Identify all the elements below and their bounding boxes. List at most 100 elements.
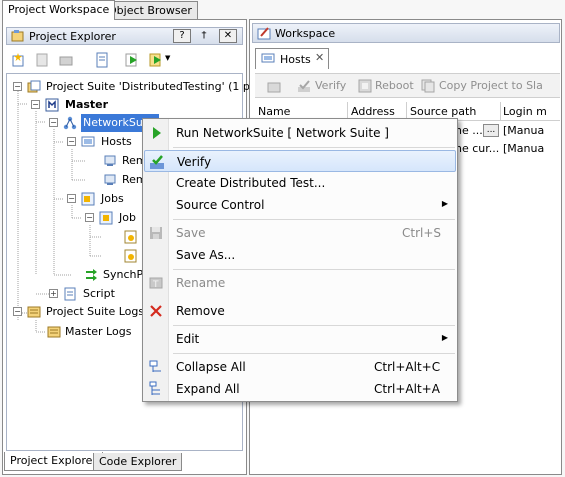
run-selected-icon[interactable] (148, 52, 164, 68)
copy-project-button[interactable]: Copy Project to Sla (439, 79, 543, 92)
project-explorer-header: Project Explorer ? † ✕ (6, 27, 243, 45)
menu-shortcut: Ctrl+S (402, 226, 442, 240)
save-icon (150, 227, 162, 239)
row-1-source-path[interactable]: ne ... (455, 124, 483, 137)
browse-button[interactable]: ... (483, 124, 499, 137)
collapse-icon[interactable]: − (67, 137, 76, 146)
submenu-arrow-icon: ▶ (441, 199, 448, 208)
remote-host-icon (104, 155, 116, 166)
row-1-login-mode[interactable]: [Manua (503, 124, 544, 137)
menu-item-create-distributed-test[interactable]: Create Distributed Test... (144, 172, 456, 194)
new-item-icon[interactable] (10, 52, 26, 68)
collapse-icon[interactable]: − (67, 194, 76, 203)
tab-code-explorer[interactable]: Code Explorer (93, 453, 183, 471)
menu-item-source-control[interactable]: Source Control ▶ (144, 194, 456, 216)
reboot-button[interactable]: Reboot (375, 79, 414, 92)
project-suite-icon (27, 80, 41, 93)
remove-icon (150, 305, 162, 317)
tab-project-workspace[interactable]: Project Workspace (2, 0, 116, 20)
reboot-icon (358, 79, 372, 93)
hosts-tab-label: Hosts (280, 53, 311, 66)
explorer-toolbar: ▼ (6, 49, 243, 71)
close-button[interactable]: ✕ (219, 29, 237, 43)
tree-label-jobs: Jobs (101, 192, 124, 205)
row-2-source-path[interactable]: ne cur... (455, 142, 499, 155)
job-icon (99, 211, 113, 225)
tab-object-browser[interactable]: Object Browser (102, 1, 198, 19)
verify-icon (150, 155, 164, 169)
close-tab-icon[interactable]: ✕ (315, 51, 324, 64)
column-login-mode[interactable]: Login m (503, 105, 547, 118)
verify-button[interactable]: Verify (315, 79, 346, 92)
collapse-icon[interactable]: − (85, 213, 94, 222)
tab-project-explorer[interactable]: Project Explorer (4, 452, 103, 471)
menu-label: Run NetworkSuite [ Network Suite ] (176, 126, 389, 140)
menu-item-expand-all[interactable]: Expand All Ctrl+Alt+A (144, 378, 456, 400)
rename-icon: T (149, 277, 163, 290)
menu-item-run[interactable]: Run NetworkSuite [ Network Suite ] (144, 122, 456, 144)
column-name[interactable]: Name (258, 105, 290, 118)
project-explorer-icon (11, 30, 24, 42)
verify-icon (298, 80, 310, 92)
row-2-login-mode[interactable]: [Manua (503, 142, 544, 155)
menu-label: Verify (177, 155, 212, 169)
workspace-toolbar: Verify Reboot Copy Project to Sla (255, 73, 560, 98)
collapse-icon[interactable]: − (31, 100, 40, 109)
workspace-icon (257, 27, 271, 40)
tree-label-hosts: Hosts (101, 135, 132, 148)
network-suite-icon (63, 116, 77, 130)
logs-folder-icon (27, 306, 41, 318)
collapse-icon[interactable]: − (13, 82, 22, 91)
synchpoints-icon (86, 269, 97, 281)
tree-label-master-logs: Master Logs (65, 325, 132, 338)
task-icon[interactable] (124, 249, 138, 263)
properties-icon[interactable] (94, 52, 110, 68)
menu-separator (173, 325, 455, 326)
menu-label: Save As... (176, 248, 236, 262)
jobs-icon (81, 192, 95, 206)
tab-hosts[interactable]: Hosts ✕ (255, 48, 329, 69)
hosts-icon (261, 53, 275, 63)
expand-all-icon (149, 381, 160, 395)
menu-item-verify[interactable]: Verify (144, 150, 456, 172)
menu-label: Remove (176, 304, 225, 318)
add-host-icon[interactable] (267, 79, 283, 93)
hosts-icon (81, 136, 95, 147)
menu-item-edit[interactable]: Edit ▶ (144, 328, 456, 350)
help-button[interactable]: ? (173, 29, 191, 43)
tree-label-suite: Project Suite 'DistributedTesting' (1 pr… (46, 80, 264, 93)
context-menu: Run NetworkSuite [ Network Suite ] Verif… (142, 118, 458, 402)
column-source-path[interactable]: Source path (410, 105, 476, 118)
pin-button[interactable]: † (195, 29, 213, 43)
collapse-all-icon (149, 360, 161, 372)
menu-label: Expand All (176, 382, 240, 396)
run-icon[interactable] (124, 52, 140, 68)
menu-label: Rename (176, 276, 226, 290)
tree-label-master: Master (65, 98, 109, 111)
copy-project-icon (421, 79, 435, 93)
run-icon (153, 127, 161, 139)
menu-item-remove[interactable]: Remove (144, 300, 456, 322)
submenu-arrow-icon: ▶ (441, 333, 448, 342)
menu-item-save[interactable]: Save Ctrl+S (144, 222, 456, 244)
task-icon[interactable] (124, 230, 138, 244)
remote-host-icon (104, 174, 116, 185)
menu-item-rename[interactable]: T Rename (144, 272, 456, 294)
tree-label-script: Script (83, 287, 115, 300)
menu-label: Source Control (176, 198, 265, 212)
expand-icon[interactable]: + (49, 289, 58, 298)
collapse-icon[interactable]: − (13, 307, 22, 316)
menu-item-collapse-all[interactable]: Collapse All Ctrl+Alt+C (144, 356, 456, 378)
menu-item-save-as[interactable]: Save As... (144, 244, 456, 266)
menu-shortcut: Ctrl+Alt+A (374, 382, 440, 396)
column-address[interactable]: Address (351, 105, 395, 118)
workspace-title: Workspace (275, 27, 336, 40)
collapse-icon[interactable]: − (49, 118, 58, 127)
workspace-header: Workspace (252, 23, 560, 43)
menu-label: Collapse All (176, 360, 246, 374)
menu-label: Save (176, 226, 206, 240)
remove-item-icon[interactable] (58, 52, 74, 68)
menu-separator (173, 269, 455, 270)
dropdown-arrow-icon[interactable]: ▼ (165, 54, 170, 62)
add-existing-icon[interactable] (34, 52, 50, 68)
